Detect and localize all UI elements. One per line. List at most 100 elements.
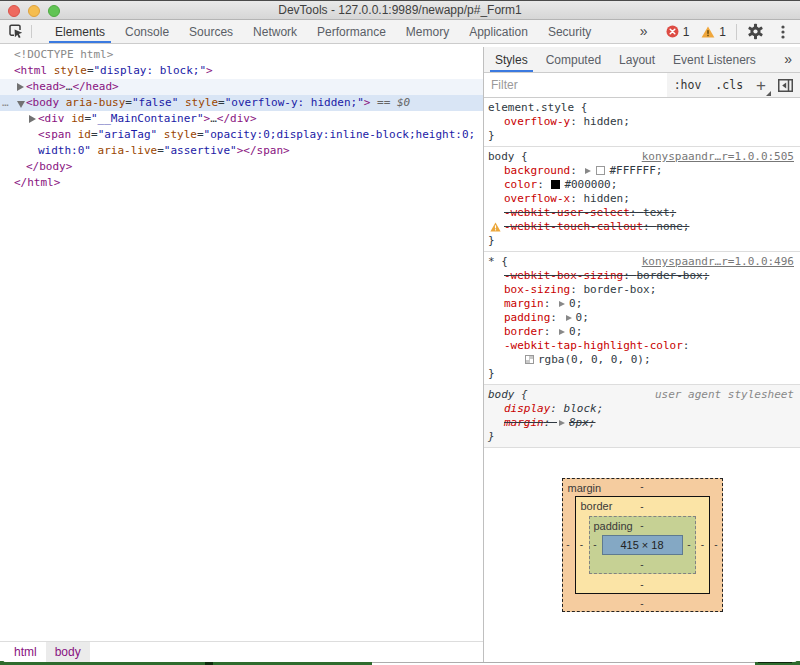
expand-longhand-icon[interactable] — [585, 168, 591, 174]
sidebar-tab-layout[interactable]: Layout — [610, 47, 664, 72]
token: style — [54, 64, 87, 77]
minimize-window-button[interactable] — [28, 5, 40, 17]
colon: : — [537, 178, 550, 191]
property-text: background: #FFFFFF; — [504, 164, 662, 177]
style-property[interactable]: overflow-x: hidden; — [488, 192, 796, 206]
warning-badge[interactable]: 1 — [695, 25, 732, 39]
tab-network[interactable]: Network — [243, 20, 307, 43]
style-property[interactable]: -webkit-tap-highlight-color: — [488, 339, 796, 353]
devtools-window: DevTools - 127.0.0.1:9989/newapp/p#_Form… — [0, 0, 800, 662]
box-model-value[interactable]: - — [685, 538, 693, 552]
style-property[interactable]: -webkit-user-select: text; — [488, 206, 796, 220]
style-property[interactable]: padding: 0; — [488, 311, 796, 325]
style-property-value-line[interactable]: rgba(0, 0, 0, 0); — [488, 353, 796, 367]
close-brace: } — [488, 129, 796, 143]
expand-arrow-icon[interactable] — [17, 83, 24, 91]
sidebar-more-tabs-button[interactable]: » — [780, 47, 800, 72]
tab-elements[interactable]: Elements — [45, 20, 115, 43]
expand-longhand-icon[interactable] — [559, 420, 565, 426]
error-badge[interactable]: 1 — [660, 25, 696, 39]
box-model-value[interactable]: - — [638, 578, 646, 592]
expand-arrow-icon[interactable] — [29, 115, 36, 123]
style-property[interactable]: background: #FFFFFF; — [488, 164, 796, 178]
style-property[interactable]: color: #000000; — [488, 178, 796, 192]
box-model-content[interactable]: 415 × 18 — [602, 535, 683, 555]
style-rule-section: body {konyspaandr…r=1.0.0:505background:… — [484, 147, 800, 252]
tree-row[interactable]: <head>…</head> — [0, 79, 483, 95]
style-property[interactable]: -webkit-box-sizing: border-box; — [488, 269, 796, 283]
box-model-label-padding: padding — [594, 519, 633, 533]
tree-row[interactable]: <html style="display: block;"> — [0, 63, 483, 79]
breadcrumb-item-body[interactable]: body — [46, 642, 90, 662]
element-classes-button[interactable]: .cls — [708, 78, 750, 92]
tab-memory[interactable]: Memory — [396, 20, 459, 43]
zoom-window-button[interactable] — [48, 5, 60, 17]
tab-sources[interactable]: Sources — [179, 20, 243, 43]
box-model-value[interactable]: - — [638, 597, 646, 611]
tree-row[interactable]: </body> — [0, 159, 483, 175]
plus-dropdown-corner-icon — [766, 91, 771, 96]
style-property[interactable]: -webkit-touch-callout: none; — [488, 220, 796, 234]
devtools-menu-button[interactable] — [770, 24, 794, 40]
stylesheet-source-link[interactable]: konyspaandr…r=1.0.0:505 — [642, 150, 796, 164]
style-property[interactable]: box-sizing: border-box; — [488, 283, 796, 297]
box-model-value[interactable]: - — [699, 538, 707, 552]
tab-application[interactable]: Application — [459, 20, 538, 43]
box-model-value[interactable]: - — [638, 480, 646, 494]
expand-longhand-icon[interactable] — [559, 301, 565, 307]
token — [59, 96, 66, 109]
token: "__MainContainer" — [91, 112, 204, 125]
sidebar-tab-event-listeners[interactable]: Event Listeners — [664, 47, 765, 72]
box-model-value[interactable]: - — [578, 538, 586, 552]
colon: : — [623, 269, 636, 282]
tree-row[interactable]: <span id="ariaTag" style="opacity:0;disp… — [0, 127, 483, 159]
breadcrumb-item-html[interactable]: html — [5, 642, 46, 662]
color-swatch[interactable] — [596, 166, 605, 175]
style-property[interactable]: display: block; — [488, 402, 796, 416]
token: = — [125, 96, 132, 109]
box-model-value[interactable]: - — [638, 519, 646, 533]
tree-row[interactable]: <div id="__MainContainer">…</div> — [0, 111, 483, 127]
collapse-arrow-icon[interactable] — [17, 101, 25, 108]
tab-performance[interactable]: Performance — [307, 20, 396, 43]
toggle-element-state-button[interactable]: :hov — [667, 78, 709, 92]
style-property[interactable]: margin: 8px; — [488, 416, 796, 430]
rule-selector[interactable]: element.style — [488, 101, 574, 115]
titlebar: DevTools - 127.0.0.1:9989/newapp/p#_Form… — [0, 1, 800, 20]
style-property[interactable]: overflow-y: hidden; — [488, 115, 796, 129]
settings-button[interactable] — [741, 23, 770, 40]
tab-security[interactable]: Security — [538, 20, 601, 43]
box-model-value[interactable]: - — [638, 558, 646, 572]
box-model-value[interactable]: - — [638, 500, 646, 514]
box-model-value[interactable]: - — [564, 538, 572, 552]
style-property[interactable]: margin: 0; — [488, 297, 796, 311]
tab-console[interactable]: Console — [115, 20, 179, 43]
style-property[interactable]: border: 0; — [488, 325, 796, 339]
more-tabs-button[interactable]: » — [628, 23, 660, 41]
rule-selector[interactable]: * — [488, 255, 495, 269]
filter-input[interactable] — [484, 73, 667, 97]
tree-row[interactable]: <!DOCTYPE html> — [0, 47, 483, 63]
inspect-element-button[interactable] — [0, 20, 30, 43]
row-actions-ellipsis-icon[interactable]: … — [2, 95, 8, 111]
expand-longhand-icon[interactable] — [566, 315, 572, 321]
token: style — [185, 96, 218, 109]
close-window-button[interactable] — [8, 5, 20, 17]
sidebar-tab-computed[interactable]: Computed — [537, 47, 610, 72]
color-swatch[interactable] — [551, 180, 560, 189]
rule-selector[interactable]: body — [488, 150, 515, 164]
color-swatch[interactable] — [525, 355, 534, 364]
box-model-value[interactable]: - — [712, 538, 720, 552]
expand-longhand-icon[interactable] — [559, 329, 565, 335]
token: = — [218, 96, 225, 109]
rule-selector[interactable]: body — [488, 388, 515, 402]
tree-row[interactable]: …<body aria-busy="false" style="overflow… — [0, 95, 483, 111]
toggle-sidebar-button[interactable] — [774, 79, 800, 92]
box-model-value[interactable]: - — [591, 538, 599, 552]
sidebar-tab-styles[interactable]: Styles — [486, 47, 537, 72]
token: "overflow-y: hidden;" — [225, 96, 364, 109]
tree-row[interactable]: </html> — [0, 175, 483, 191]
token: = — [91, 128, 98, 141]
new-style-rule-button[interactable]: + — [750, 77, 774, 94]
stylesheet-source-link[interactable]: konyspaandr…r=1.0.0:496 — [642, 255, 796, 269]
